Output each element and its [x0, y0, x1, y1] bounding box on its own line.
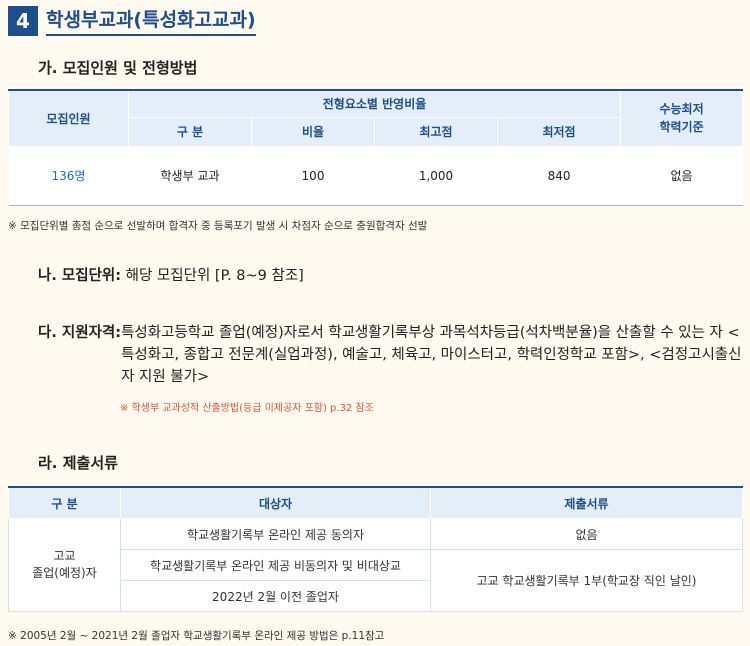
header-category: 구 분: [128, 116, 252, 147]
cell-target: 학교생활기록부 온라인 제공 비동의자 및 비대상교: [120, 549, 431, 581]
note-online-method: ※ 2005년 2월 ~ 2021년 2월 졸업자 학교생활기록부 온라인 제공…: [8, 630, 385, 642]
header-target: 대상자: [120, 486, 431, 519]
note-grade-calc: ※ 학생부 교과성적 산출방법(등급 미제공자 포함) p.32 참조: [120, 403, 374, 414]
documents-table: 구 분 대상자 제출서류 고교 졸업(예정)자 학교생활기록부 온라인 제공 동…: [8, 486, 743, 612]
item-qualification-text: 특성화고등학교 졸업(예정)자로서 학교생활기록부상 과목석차등급(석차백분율)…: [121, 325, 742, 385]
table-row: 136명 학생부 교과 100 1,000 840 없음: [8, 146, 743, 205]
header-max: 최고점: [374, 116, 498, 147]
item-unit-label: 나. 모집단위:: [38, 268, 122, 284]
cell-target: 2022년 2월 이전 졸업자: [120, 580, 431, 612]
section-title: 학생부교과(특성화고교과): [46, 7, 256, 36]
section-number: 4: [8, 6, 38, 36]
note-selection: ※ 모집단위별 총점 순으로 선발하며 합격자 중 등록포기 발생 시 차점자 …: [8, 220, 428, 232]
header-quota: 모집인원: [8, 89, 129, 147]
header-min-criteria: 수능최저 학력기준: [620, 89, 744, 147]
item-qualification-label: 다. 지원자격:: [38, 325, 122, 341]
cell-group: 고교 졸업(예정)자: [8, 518, 121, 612]
item-qualification: 다. 지원자격: 특성화고등학교 졸업(예정)자로서 학교생활기록부상 과목석차…: [38, 322, 743, 388]
cell-type: 학생부 교과: [128, 146, 252, 205]
cell-target: 학교생활기록부 온라인 제공 동의자: [120, 518, 431, 550]
item-unit: 나. 모집단위: 해당 모집단위 [P. 8~9 참조]: [38, 265, 304, 287]
cell-docs: 고교 학교생활기록부 1부(학교장 직인 날인): [430, 549, 743, 612]
cell-criteria: 없음: [620, 146, 743, 205]
cell-ratio: 100: [251, 146, 375, 205]
subsection-title-d: 라. 제출서류: [38, 454, 118, 472]
cell-docs: 없음: [430, 518, 743, 550]
subsection-title-a: 가. 모집인원 및 전형방법: [38, 59, 198, 77]
cell-max: 1,000: [374, 146, 498, 205]
item-unit-text: 해당 모집단위 [P. 8~9 참조]: [121, 268, 304, 284]
cell-quota: 136명: [8, 146, 129, 205]
header-ratio-group: 전형요소별 반영비율: [127, 89, 622, 118]
table-row: 고교 졸업(예정)자 학교생활기록부 온라인 제공 동의자 없음: [8, 518, 743, 612]
header-category: 구 분: [8, 486, 121, 519]
cell-min: 840: [497, 146, 621, 205]
header-min: 최저점: [496, 116, 622, 147]
admission-table: 모집인원 전형요소별 반영비율 수능최저 학력기준 구 분 비율 최고점 최저점…: [8, 89, 744, 206]
header-docs: 제출서류: [430, 486, 743, 519]
section-header: 4 학생부교과(특성화고교과): [8, 6, 256, 36]
header-ratio: 비율: [251, 116, 375, 147]
